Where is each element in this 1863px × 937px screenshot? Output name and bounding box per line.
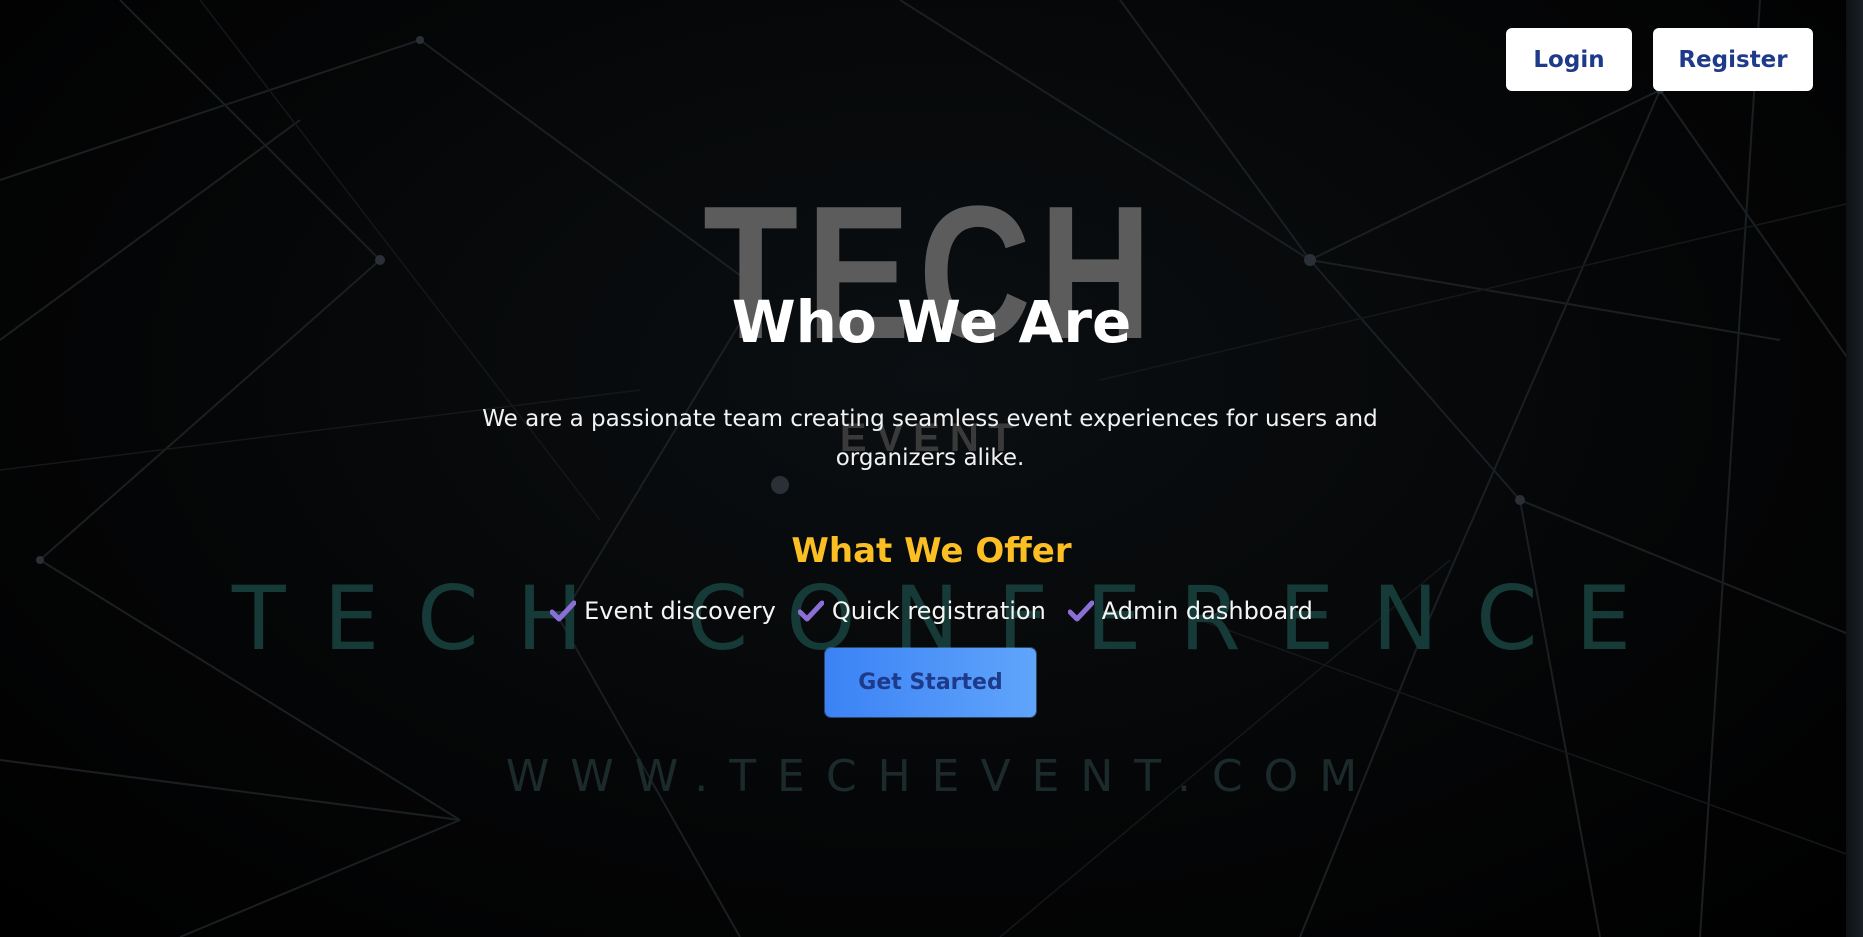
check-icon [1067, 600, 1094, 622]
check-icon [797, 600, 824, 622]
feature-label: Quick registration [831, 597, 1046, 625]
get-started-button[interactable]: Get Started [825, 648, 1036, 717]
login-button[interactable]: Login [1506, 28, 1632, 91]
hero-section: TECH EVENT TECH CONFERENCE WWW.TECHEVENT… [0, 0, 1863, 937]
page-title: Who We Are [731, 288, 1132, 356]
about-description: We are a passionate team creating seamle… [482, 406, 1378, 471]
scrollbar-track[interactable] [1846, 0, 1863, 937]
feature-label: Event discovery [584, 597, 776, 625]
feature-item-quick-registration: Quick registration [797, 597, 1046, 625]
feature-item-admin-dashboard: Admin dashboard [1067, 597, 1313, 625]
offer-heading: What We Offer [791, 531, 1072, 571]
register-button[interactable]: Register [1653, 28, 1813, 91]
feature-list: Event discovery Quick registration Admin… [0, 597, 1863, 625]
poster-url-text: WWW.TECHEVENT.COM [505, 751, 1379, 802]
feature-item-event-discovery: Event discovery [550, 597, 776, 625]
check-icon [550, 600, 577, 622]
feature-label: Admin dashboard [1101, 597, 1313, 625]
